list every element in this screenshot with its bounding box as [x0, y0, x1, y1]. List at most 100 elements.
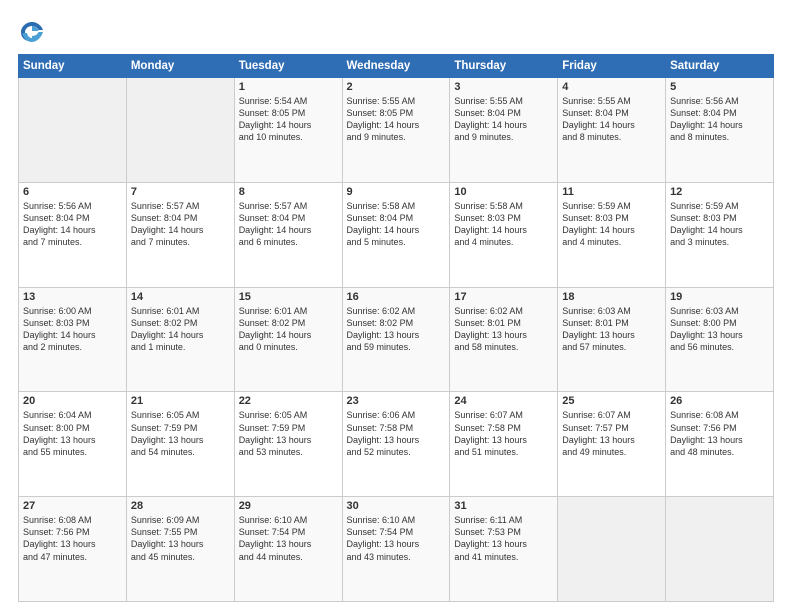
calendar-header-wednesday: Wednesday	[342, 55, 450, 78]
day-number: 19	[670, 291, 769, 303]
day-info: Sunrise: 6:03 AM Sunset: 8:00 PM Dayligh…	[670, 305, 769, 354]
calendar-cell: 18Sunrise: 6:03 AM Sunset: 8:01 PM Dayli…	[558, 287, 666, 392]
calendar-cell: 8 Sunrise: 5:57 AM Sunset: 8:04 PM Daylig…	[234, 182, 342, 287]
day-info: Sunrise: 5:59 AM Sunset: 8:03 PM Dayligh…	[670, 200, 769, 249]
day-info: Sunrise: 5:58 AM Sunset: 8:03 PM Dayligh…	[454, 200, 553, 249]
calendar-cell: 7 Sunrise: 5:57 AM Sunset: 8:04 PM Daylig…	[126, 182, 234, 287]
calendar-cell: 22 Sunrise: 6:05 AM Sunset: 7:59 PM Dayli…	[234, 392, 342, 497]
day-info: Sunrise: 6:09 AM Sunset: 7:55 PM Dayligh…	[131, 514, 230, 563]
day-info: Sunrise: 6:07 AM Sunset: 7:57 PM Dayligh…	[562, 409, 661, 458]
calendar-table: SundayMondayTuesdayWednesdayThursdayFrid…	[18, 54, 774, 602]
logo	[18, 18, 50, 46]
day-number: 15	[239, 291, 338, 303]
day-info: Sunrise: 6:07 AM Sunset: 7:58 PM Dayligh…	[454, 409, 553, 458]
day-info: Sunrise: 6:05 AM Sunset: 7:59 PM Dayligh…	[239, 409, 338, 458]
calendar-cell	[19, 78, 127, 183]
calendar-cell: 27Sunrise: 6:08 AM Sunset: 7:56 PM Dayli…	[19, 497, 127, 602]
calendar-cell: 6 Sunrise: 5:56 AM Sunset: 8:04 PM Daylig…	[19, 182, 127, 287]
calendar-week-3: 13 Sunrise: 6:00 AM Sunset: 8:03 PM Dayli…	[19, 287, 774, 392]
day-info: Sunrise: 6:10 AM Sunset: 7:54 PM Dayligh…	[347, 514, 446, 563]
calendar-cell: 10 Sunrise: 5:58 AM Sunset: 8:03 PM Dayli…	[450, 182, 558, 287]
day-info: Sunrise: 5:59 AM Sunset: 8:03 PM Dayligh…	[562, 200, 661, 249]
calendar-cell: 14 Sunrise: 6:01 AM Sunset: 8:02 PM Dayli…	[126, 287, 234, 392]
day-number: 5	[670, 81, 769, 93]
day-number: 8	[239, 186, 338, 198]
page: SundayMondayTuesdayWednesdayThursdayFrid…	[0, 0, 792, 612]
day-number: 28	[131, 500, 230, 512]
calendar-week-1: 1Sunrise: 5:54 AM Sunset: 8:05 PM Daylig…	[19, 78, 774, 183]
day-number: 21	[131, 395, 230, 407]
calendar-cell: 4 Sunrise: 5:55 AM Sunset: 8:04 PM Daylig…	[558, 78, 666, 183]
day-number: 1	[239, 81, 338, 93]
calendar-cell: 16Sunrise: 6:02 AM Sunset: 8:02 PM Dayli…	[342, 287, 450, 392]
day-number: 4	[562, 81, 661, 93]
day-number: 25	[562, 395, 661, 407]
calendar-cell: 29Sunrise: 6:10 AM Sunset: 7:54 PM Dayli…	[234, 497, 342, 602]
calendar-cell: 17Sunrise: 6:02 AM Sunset: 8:01 PM Dayli…	[450, 287, 558, 392]
calendar-week-2: 6 Sunrise: 5:56 AM Sunset: 8:04 PM Daylig…	[19, 182, 774, 287]
calendar-cell: 1Sunrise: 5:54 AM Sunset: 8:05 PM Daylig…	[234, 78, 342, 183]
calendar-cell: 26Sunrise: 6:08 AM Sunset: 7:56 PM Dayli…	[666, 392, 774, 497]
calendar-header-row: SundayMondayTuesdayWednesdayThursdayFrid…	[19, 55, 774, 78]
calendar-cell: 21Sunrise: 6:05 AM Sunset: 7:59 PM Dayli…	[126, 392, 234, 497]
calendar-cell: 23 Sunrise: 6:06 AM Sunset: 7:58 PM Dayli…	[342, 392, 450, 497]
calendar-cell: 12 Sunrise: 5:59 AM Sunset: 8:03 PM Dayli…	[666, 182, 774, 287]
calendar-cell	[666, 497, 774, 602]
day-number: 2	[347, 81, 446, 93]
day-number: 3	[454, 81, 553, 93]
day-info: Sunrise: 6:08 AM Sunset: 7:56 PM Dayligh…	[23, 514, 122, 563]
day-number: 31	[454, 500, 553, 512]
day-number: 23	[347, 395, 446, 407]
day-number: 7	[131, 186, 230, 198]
day-info: Sunrise: 6:10 AM Sunset: 7:54 PM Dayligh…	[239, 514, 338, 563]
day-info: Sunrise: 5:58 AM Sunset: 8:04 PM Dayligh…	[347, 200, 446, 249]
calendar-header-monday: Monday	[126, 55, 234, 78]
calendar-cell	[558, 497, 666, 602]
header	[18, 18, 774, 46]
day-info: Sunrise: 5:56 AM Sunset: 8:04 PM Dayligh…	[23, 200, 122, 249]
calendar-cell: 3 Sunrise: 5:55 AM Sunset: 8:04 PM Daylig…	[450, 78, 558, 183]
day-info: Sunrise: 6:00 AM Sunset: 8:03 PM Dayligh…	[23, 305, 122, 354]
day-number: 12	[670, 186, 769, 198]
day-number: 30	[347, 500, 446, 512]
day-info: Sunrise: 6:08 AM Sunset: 7:56 PM Dayligh…	[670, 409, 769, 458]
day-info: Sunrise: 5:55 AM Sunset: 8:04 PM Dayligh…	[454, 95, 553, 144]
calendar-cell: 25 Sunrise: 6:07 AM Sunset: 7:57 PM Dayli…	[558, 392, 666, 497]
calendar-week-5: 27Sunrise: 6:08 AM Sunset: 7:56 PM Dayli…	[19, 497, 774, 602]
calendar-header-sunday: Sunday	[19, 55, 127, 78]
calendar-cell: 28 Sunrise: 6:09 AM Sunset: 7:55 PM Dayli…	[126, 497, 234, 602]
day-info: Sunrise: 5:57 AM Sunset: 8:04 PM Dayligh…	[239, 200, 338, 249]
day-info: Sunrise: 5:55 AM Sunset: 8:05 PM Dayligh…	[347, 95, 446, 144]
calendar-cell: 2 Sunrise: 5:55 AM Sunset: 8:05 PM Daylig…	[342, 78, 450, 183]
day-number: 9	[347, 186, 446, 198]
day-number: 14	[131, 291, 230, 303]
day-info: Sunrise: 6:03 AM Sunset: 8:01 PM Dayligh…	[562, 305, 661, 354]
day-info: Sunrise: 5:57 AM Sunset: 8:04 PM Dayligh…	[131, 200, 230, 249]
day-info: Sunrise: 6:06 AM Sunset: 7:58 PM Dayligh…	[347, 409, 446, 458]
calendar-cell: 30 Sunrise: 6:10 AM Sunset: 7:54 PM Dayli…	[342, 497, 450, 602]
calendar-cell	[126, 78, 234, 183]
day-info: Sunrise: 6:04 AM Sunset: 8:00 PM Dayligh…	[23, 409, 122, 458]
day-number: 6	[23, 186, 122, 198]
logo-icon	[18, 18, 46, 46]
day-number: 11	[562, 186, 661, 198]
day-info: Sunrise: 6:01 AM Sunset: 8:02 PM Dayligh…	[131, 305, 230, 354]
calendar-cell: 5 Sunrise: 5:56 AM Sunset: 8:04 PM Daylig…	[666, 78, 774, 183]
day-info: Sunrise: 5:56 AM Sunset: 8:04 PM Dayligh…	[670, 95, 769, 144]
day-info: Sunrise: 6:01 AM Sunset: 8:02 PM Dayligh…	[239, 305, 338, 354]
calendar-header-tuesday: Tuesday	[234, 55, 342, 78]
calendar-cell: 11 Sunrise: 5:59 AM Sunset: 8:03 PM Dayli…	[558, 182, 666, 287]
calendar-cell: 19 Sunrise: 6:03 AM Sunset: 8:00 PM Dayli…	[666, 287, 774, 392]
day-info: Sunrise: 5:55 AM Sunset: 8:04 PM Dayligh…	[562, 95, 661, 144]
day-number: 22	[239, 395, 338, 407]
day-number: 13	[23, 291, 122, 303]
day-info: Sunrise: 6:11 AM Sunset: 7:53 PM Dayligh…	[454, 514, 553, 563]
calendar-cell: 15 Sunrise: 6:01 AM Sunset: 8:02 PM Dayli…	[234, 287, 342, 392]
day-number: 10	[454, 186, 553, 198]
calendar-header-saturday: Saturday	[666, 55, 774, 78]
calendar-cell: 9 Sunrise: 5:58 AM Sunset: 8:04 PM Daylig…	[342, 182, 450, 287]
calendar-cell: 31 Sunrise: 6:11 AM Sunset: 7:53 PM Dayli…	[450, 497, 558, 602]
calendar-cell: 20 Sunrise: 6:04 AM Sunset: 8:00 PM Dayli…	[19, 392, 127, 497]
day-number: 16	[347, 291, 446, 303]
day-number: 20	[23, 395, 122, 407]
